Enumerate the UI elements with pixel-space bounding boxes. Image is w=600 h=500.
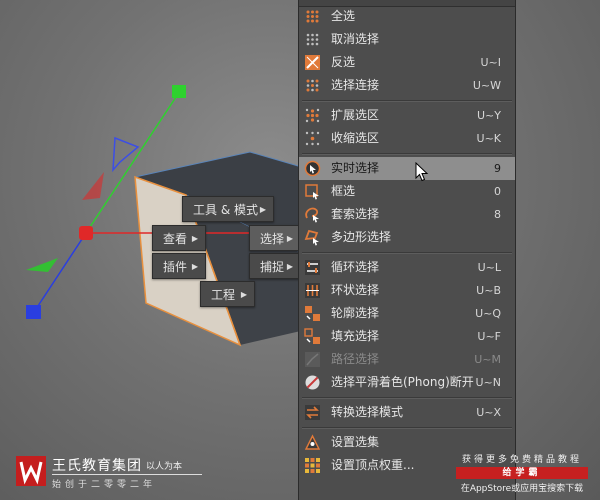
path-selection-icon [305,352,320,367]
gizmo-zx-plane-handle[interactable] [26,258,58,272]
menu-item-convert-selection[interactable]: 转换选择模式 U~X [299,401,515,424]
hud-select[interactable]: 选择 ▶ [249,225,301,251]
convert-selection-icon [305,405,320,420]
brand-logo [16,456,46,486]
menu-item-live-selection[interactable]: 实时选择 9 [299,157,515,180]
promo-line-1: 获得更多免费精品教程 [461,455,582,465]
menu-separator [302,252,512,254]
selection-context-menu: 全选 取消选择 反选 U~I 选择连接 U~W 扩展选区 U~Y 收缩选区 U~… [298,0,516,500]
chevron-right-icon: ▶ [191,234,198,243]
set-selection-icon [304,434,321,450]
chevron-right-icon: ▶ [191,262,198,271]
gizmo-z-axis[interactable] [33,232,87,313]
lasso-selection-icon [305,207,319,223]
menu-item-loop-selection[interactable]: 循环选择 U~L [299,256,515,279]
menu-item-select-connected[interactable]: 选择连接 U~W [299,74,515,97]
brand-subtitle: 始创于二零零二年 [52,480,157,490]
menu-item-deselect-all[interactable]: 取消选择 [299,28,515,51]
set-vertex-weight-icon [305,458,320,473]
chevron-right-icon: ▶ [286,234,293,243]
menu-item-phong-break-selection[interactable]: 选择平滑着色(Phong)断开 U~N [299,371,515,394]
menu-separator [302,427,512,429]
loop-selection-icon [305,260,320,275]
shrink-selection-icon [305,131,320,146]
phong-break-selection-icon [305,375,320,390]
menu-item-shrink-selection[interactable]: 收缩选区 U~K [299,127,515,150]
hud-project[interactable]: 工程 ▶ [200,281,255,307]
gizmo-y-handle[interactable] [172,85,186,98]
menu-item-polygon-selection[interactable]: 多边形选择 [299,226,515,249]
menu-item-outline-selection[interactable]: 轮廓选择 U~Q [299,302,515,325]
grow-selection-icon [305,108,320,123]
promo-line-3: 在AppStore或应用宝搜索下载 [460,484,584,494]
hud-view[interactable]: 查看 ▶ [152,225,206,251]
menu-item-select-all[interactable]: 全选 [299,5,515,28]
select-all-icon [306,10,319,23]
hud-tools-modes[interactable]: 工具 & 模式 ▶ [182,196,274,222]
rectangle-selection-icon [305,184,319,200]
gizmo-z-handle[interactable] [26,305,41,319]
menu-item-grow-selection[interactable]: 扩展选区 U~Y [299,104,515,127]
menu-item-fill-selection[interactable]: 填充选择 U~F [299,325,515,348]
outline-selection-icon [305,306,320,321]
menu-item-rectangle-selection[interactable]: 框选 0 [299,180,515,203]
polygon-selection-icon [304,229,319,246]
select-connected-icon [306,79,319,92]
gizmo-yz-plane-handle[interactable] [112,136,140,173]
chevron-right-icon: ▶ [259,205,266,214]
live-selection-icon [304,160,321,177]
chevron-right-icon: ▶ [286,262,293,271]
brand-name: 王氏教育集团 [52,458,142,474]
promo-watermark: 获得更多免费精品教程 给学霸 在AppStore或应用宝搜索下载 [448,452,596,494]
menu-separator [302,153,512,155]
deselect-all-icon [306,33,319,46]
ring-selection-icon [305,283,320,298]
fill-selection-icon [304,328,320,344]
menu-separator [302,397,512,399]
menu-item-path-selection[interactable]: 路径选择 U~M [299,348,515,371]
brand-motto: 以人为本 [146,462,183,472]
brand-logo-icon [19,461,43,485]
menu-item-ring-selection[interactable]: 环状选择 U~B [299,279,515,302]
menu-item-lasso-selection[interactable]: 套索选择 8 [299,203,515,226]
gizmo-xy-plane-handle[interactable] [82,172,104,200]
menu-item-invert-selection[interactable]: 反选 U~I [299,51,515,74]
invert-selection-icon [305,55,320,70]
menu-item-set-selection[interactable]: 设置选集 [299,431,515,454]
mouse-cursor-icon [415,162,429,182]
promo-app-name: 给学霸 [456,467,588,479]
chevron-right-icon: ▶ [240,290,247,299]
brand-divider [52,474,202,475]
hud-plugins[interactable]: 插件 ▶ [152,253,206,279]
gizmo-center-handle[interactable] [79,226,93,240]
menu-separator [302,100,512,102]
hud-snap[interactable]: 捕捉 ▶ [249,253,301,279]
